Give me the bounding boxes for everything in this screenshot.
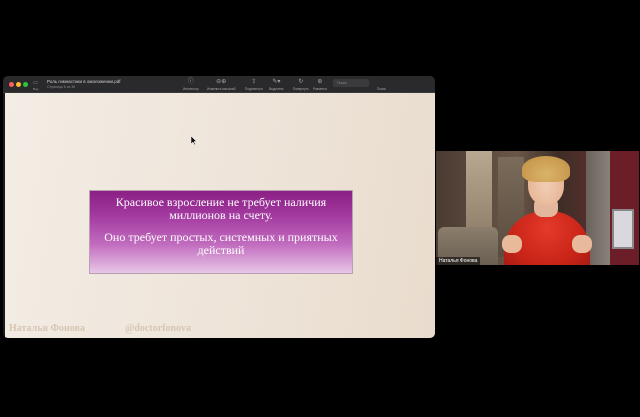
participant-name-label: Наталья Фонова xyxy=(436,257,481,265)
shared-screen-window: ▭ Вид Роль гимнастики в омоложении.pdf С… xyxy=(3,76,435,338)
rotate-button[interactable]: ↻ Повернуть xyxy=(293,79,309,91)
pdf-slide: Красивое взросление не требует наличия м… xyxy=(5,93,435,338)
minimize-window-button[interactable] xyxy=(16,82,21,87)
footer-author-name: Наталья Фонова xyxy=(9,323,85,334)
share-icon: ⇪ xyxy=(251,79,257,85)
search-input[interactable]: Поиск xyxy=(333,79,369,87)
sidebar-toggle-button[interactable]: ▭ Вид xyxy=(33,80,38,91)
footer-handle: @doctorfonova xyxy=(125,323,191,334)
zoom-button[interactable]: ⊖⊕ Изменить масштаб xyxy=(207,79,235,91)
search-label: Поиск xyxy=(377,87,386,91)
banner-line-1: Красивое взросление не требует наличия м… xyxy=(115,195,327,222)
document-page-counter: Страница 6 из 36 xyxy=(47,85,76,89)
participant-video-tile[interactable]: Наталья Фонова xyxy=(436,151,639,265)
fullscreen-window-button[interactable] xyxy=(23,82,28,87)
sidebar-icon: ▭ xyxy=(33,80,38,86)
highlight-icon: ✎▾ xyxy=(272,79,281,85)
close-window-button[interactable] xyxy=(9,82,14,87)
sidebar-label: Вид xyxy=(33,87,39,91)
markup-button[interactable]: ⊛ Разметка xyxy=(313,79,327,91)
highlight-button[interactable]: ✎▾ Выделить xyxy=(269,79,284,91)
preview-toolbar: ▭ Вид Роль гимнастики в омоложении.pdf С… xyxy=(3,76,435,93)
info-icon: ⓘ xyxy=(187,79,194,85)
quote-banner: Красивое взросление не требует наличия м… xyxy=(89,190,353,274)
share-button[interactable]: ⇪ Поделиться xyxy=(245,79,263,91)
inspector-button[interactable]: ⓘ Инспектор xyxy=(183,79,199,91)
rotate-icon: ↻ xyxy=(298,79,304,85)
banner-line-2: Оно требует простых, системных и приятны… xyxy=(104,230,338,257)
document-title: Роль гимнастики в омоложении.pdf xyxy=(47,79,121,84)
zoom-icon: ⊖⊕ xyxy=(216,79,227,85)
markup-icon: ⊛ xyxy=(317,79,323,85)
